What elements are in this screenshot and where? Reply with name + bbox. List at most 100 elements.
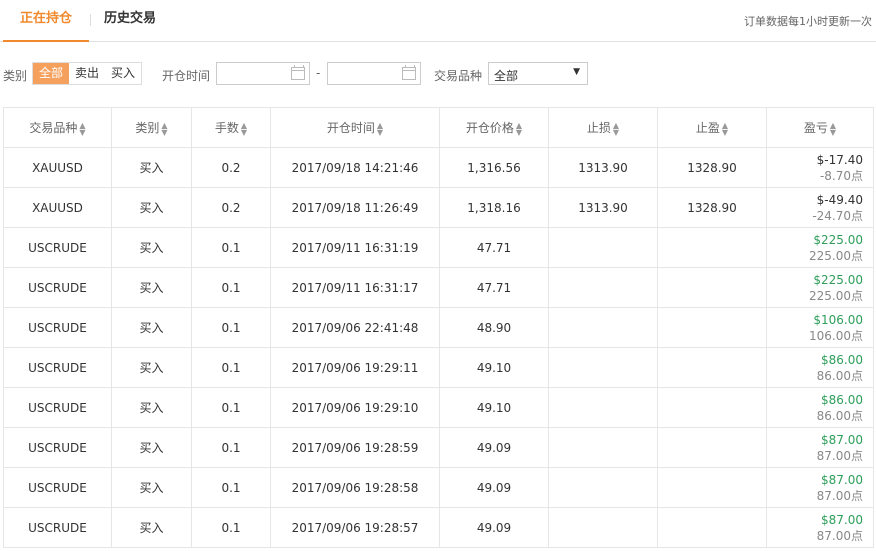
cell-type: 买入 xyxy=(111,307,192,348)
cell-lots: 0.1 xyxy=(191,507,271,548)
type-filter-segmented: 全部 卖出 买入 xyxy=(32,62,143,85)
cell-profit-loss: $-49.40 -24.70点 xyxy=(766,187,874,228)
cell-profit-loss: $106.00 106.00点 xyxy=(766,307,874,348)
date-from-input[interactable] xyxy=(216,62,310,85)
cell-profit-loss: $86.00 86.00点 xyxy=(766,347,874,388)
sort-icon[interactable]: ▲ ▼ xyxy=(613,121,619,136)
calendar-icon[interactable] xyxy=(402,65,416,80)
cell-take-profit xyxy=(657,507,767,548)
cell-symbol: USCRUDE xyxy=(3,507,112,548)
cell-stop-loss xyxy=(548,507,658,548)
sort-icon[interactable]: ▲ ▼ xyxy=(830,121,836,136)
header-open-time[interactable]: 开仓时间 ▲ ▼ xyxy=(270,107,440,148)
type-buy-button[interactable]: 买入 xyxy=(105,63,142,84)
sort-icon[interactable]: ▲ ▼ xyxy=(161,121,167,136)
open-time-label: 开仓时间 xyxy=(162,69,211,83)
header-type[interactable]: 类别 ▲ ▼ xyxy=(111,107,192,148)
profit-loss-amount: $225.00 xyxy=(813,272,863,287)
table-row[interactable]: USCRUDE 买入 0.1 2017/09/06 19:28:58 49.09 $87.… xyxy=(3,467,874,508)
tab-trade-history[interactable]: 历史交易 xyxy=(104,0,156,42)
cell-symbol: USCRUDE xyxy=(3,387,112,428)
cell-open-price: 49.09 xyxy=(439,507,549,548)
calendar-icon[interactable] xyxy=(291,65,305,80)
profit-loss-points: 86.00点 xyxy=(816,368,863,383)
symbol-select[interactable]: 全部 ▼ xyxy=(488,62,588,85)
tab-open-positions[interactable]: 正在持仓 xyxy=(3,0,89,42)
cell-stop-loss xyxy=(548,267,658,308)
cell-stop-loss xyxy=(548,227,658,268)
cell-stop-loss xyxy=(548,387,658,428)
cell-lots: 0.1 xyxy=(191,347,271,388)
table-row[interactable]: USCRUDE 买入 0.1 2017/09/06 19:28:57 49.09 $87.… xyxy=(3,507,874,548)
cell-symbol: XAUUSD xyxy=(3,187,112,228)
sort-icon[interactable]: ▲ ▼ xyxy=(241,121,247,136)
cell-stop-loss xyxy=(548,307,658,348)
table-row[interactable]: XAUUSD 买入 0.2 2017/09/18 14:21:46 1,316.56 13… xyxy=(3,147,874,188)
sort-icon[interactable]: ▲ ▼ xyxy=(722,121,728,136)
sort-icon[interactable]: ▲ ▼ xyxy=(79,121,85,136)
profit-loss-points: 225.00点 xyxy=(809,248,863,263)
header-lots[interactable]: 手数 ▲ ▼ xyxy=(191,107,271,148)
date-to-input[interactable] xyxy=(327,62,421,85)
header-open-price[interactable]: 开仓价格 ▲ ▼ xyxy=(439,107,549,148)
header-take-profit[interactable]: 止盈 ▲ ▼ xyxy=(657,107,767,148)
dropdown-caret-icon: ▼ xyxy=(573,67,580,77)
cell-open-time: 2017/09/06 19:28:57 xyxy=(270,507,440,548)
cell-symbol: USCRUDE xyxy=(3,347,112,388)
cell-profit-loss: $87.00 87.00点 xyxy=(766,507,874,548)
table-row[interactable]: USCRUDE 买入 0.1 2017/09/06 22:41:48 48.90 $106… xyxy=(3,307,874,348)
cell-open-time: 2017/09/11 16:31:17 xyxy=(270,267,440,308)
type-sell-button[interactable]: 卖出 xyxy=(69,63,106,84)
cell-type: 买入 xyxy=(111,267,192,308)
cell-profit-loss: $-17.40 -8.70点 xyxy=(766,147,874,188)
profit-loss-amount: $87.00 xyxy=(821,472,863,487)
header-symbol[interactable]: 交易品种 ▲ ▼ xyxy=(3,107,112,148)
cell-open-time: 2017/09/06 22:41:48 xyxy=(270,307,440,348)
cell-open-price: 1,318.16 xyxy=(439,187,549,228)
sort-icon[interactable]: ▲ ▼ xyxy=(377,121,383,136)
profit-loss-amount: $87.00 xyxy=(821,432,863,447)
cell-lots: 0.2 xyxy=(191,147,271,188)
cell-take-profit xyxy=(657,267,767,308)
table-row[interactable]: USCRUDE 买入 0.1 2017/09/11 16:31:17 47.71 $225… xyxy=(3,267,874,308)
header-profit-loss[interactable]: 盈亏 ▲ ▼ xyxy=(766,107,874,148)
profit-loss-amount: $87.00 xyxy=(821,512,863,527)
cell-profit-loss: $87.00 87.00点 xyxy=(766,467,874,508)
profit-loss-amount: $-17.40 xyxy=(816,152,863,167)
table-row[interactable]: USCRUDE 买入 0.1 2017/09/06 19:29:11 49.10 $86.… xyxy=(3,347,874,388)
cell-type: 买入 xyxy=(111,347,192,388)
cell-lots: 0.1 xyxy=(191,227,271,268)
type-all-button[interactable]: 全部 xyxy=(33,63,70,84)
header-stop-loss[interactable]: 止损 ▲ ▼ xyxy=(548,107,658,148)
cell-symbol: USCRUDE xyxy=(3,427,112,468)
cell-type: 买入 xyxy=(111,427,192,468)
table-row[interactable]: USCRUDE 买入 0.1 2017/09/11 16:31:19 47.71 $225… xyxy=(3,227,874,268)
cell-profit-loss: $87.00 87.00点 xyxy=(766,427,874,468)
cell-stop-loss: 1313.90 xyxy=(548,187,658,228)
cell-take-profit xyxy=(657,347,767,388)
cell-stop-loss xyxy=(548,427,658,468)
cell-lots: 0.1 xyxy=(191,467,271,508)
profit-loss-points: 87.00点 xyxy=(816,528,863,543)
type-filter-label: 类别 xyxy=(3,69,28,83)
cell-open-time: 2017/09/06 19:28:58 xyxy=(270,467,440,508)
symbol-filter-label: 交易品种 xyxy=(434,69,483,83)
cell-open-price: 47.71 xyxy=(439,227,549,268)
cell-lots: 0.1 xyxy=(191,307,271,348)
cell-take-profit xyxy=(657,227,767,268)
update-notice: 订单数据每1小时更新一次 xyxy=(744,15,872,28)
table-row[interactable]: XAUUSD 买入 0.2 2017/09/18 11:26:49 1,318.16 13… xyxy=(3,187,874,228)
cell-open-time: 2017/09/06 19:29:10 xyxy=(270,387,440,428)
cell-type: 买入 xyxy=(111,507,192,548)
cell-take-profit xyxy=(657,467,767,508)
table-header-row: 交易品种 ▲ ▼ 类别 ▲ ▼ 手数 ▲ ▼ 开仓时间 ▲ ▼ 开仓价格 ▲ ▼ 止损 ▲ ▼ 止盈 ▲ ▼… xyxy=(3,107,874,148)
profit-loss-points: 86.00点 xyxy=(816,408,863,423)
cell-type: 买入 xyxy=(111,227,192,268)
table-row[interactable]: USCRUDE 买入 0.1 2017/09/06 19:29:10 49.10 $86.… xyxy=(3,387,874,428)
profit-loss-amount: $106.00 xyxy=(813,312,863,327)
sort-icon[interactable]: ▲ ▼ xyxy=(516,121,522,136)
profit-loss-amount: $86.00 xyxy=(821,352,863,367)
cell-type: 买入 xyxy=(111,467,192,508)
profit-loss-points: 87.00点 xyxy=(816,488,863,503)
table-row[interactable]: USCRUDE 买入 0.1 2017/09/06 19:28:59 49.09 $87.… xyxy=(3,427,874,468)
